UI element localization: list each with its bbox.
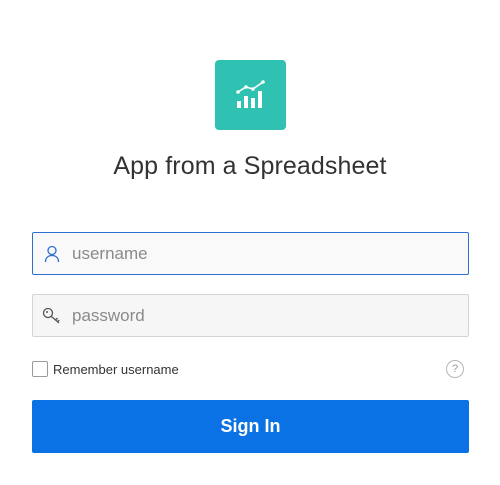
remember-label: Remember username	[53, 361, 179, 377]
login-page: App from a Spreadsheet Remember username…	[0, 0, 500, 485]
help-icon[interactable]: ?	[446, 360, 464, 378]
user-icon	[33, 233, 71, 274]
chart-trend-icon	[235, 80, 265, 108]
app-title: App from a Spreadsheet	[113, 152, 387, 180]
key-icon	[33, 295, 71, 336]
password-field[interactable]	[32, 294, 469, 337]
password-input[interactable]	[72, 305, 452, 326]
sign-in-button[interactable]: Sign In	[32, 400, 469, 453]
app-logo	[215, 60, 286, 130]
remember-username[interactable]: Remember username	[32, 360, 179, 378]
username-input[interactable]	[72, 243, 452, 264]
username-field[interactable]	[32, 232, 469, 275]
remember-checkbox[interactable]	[32, 361, 48, 377]
